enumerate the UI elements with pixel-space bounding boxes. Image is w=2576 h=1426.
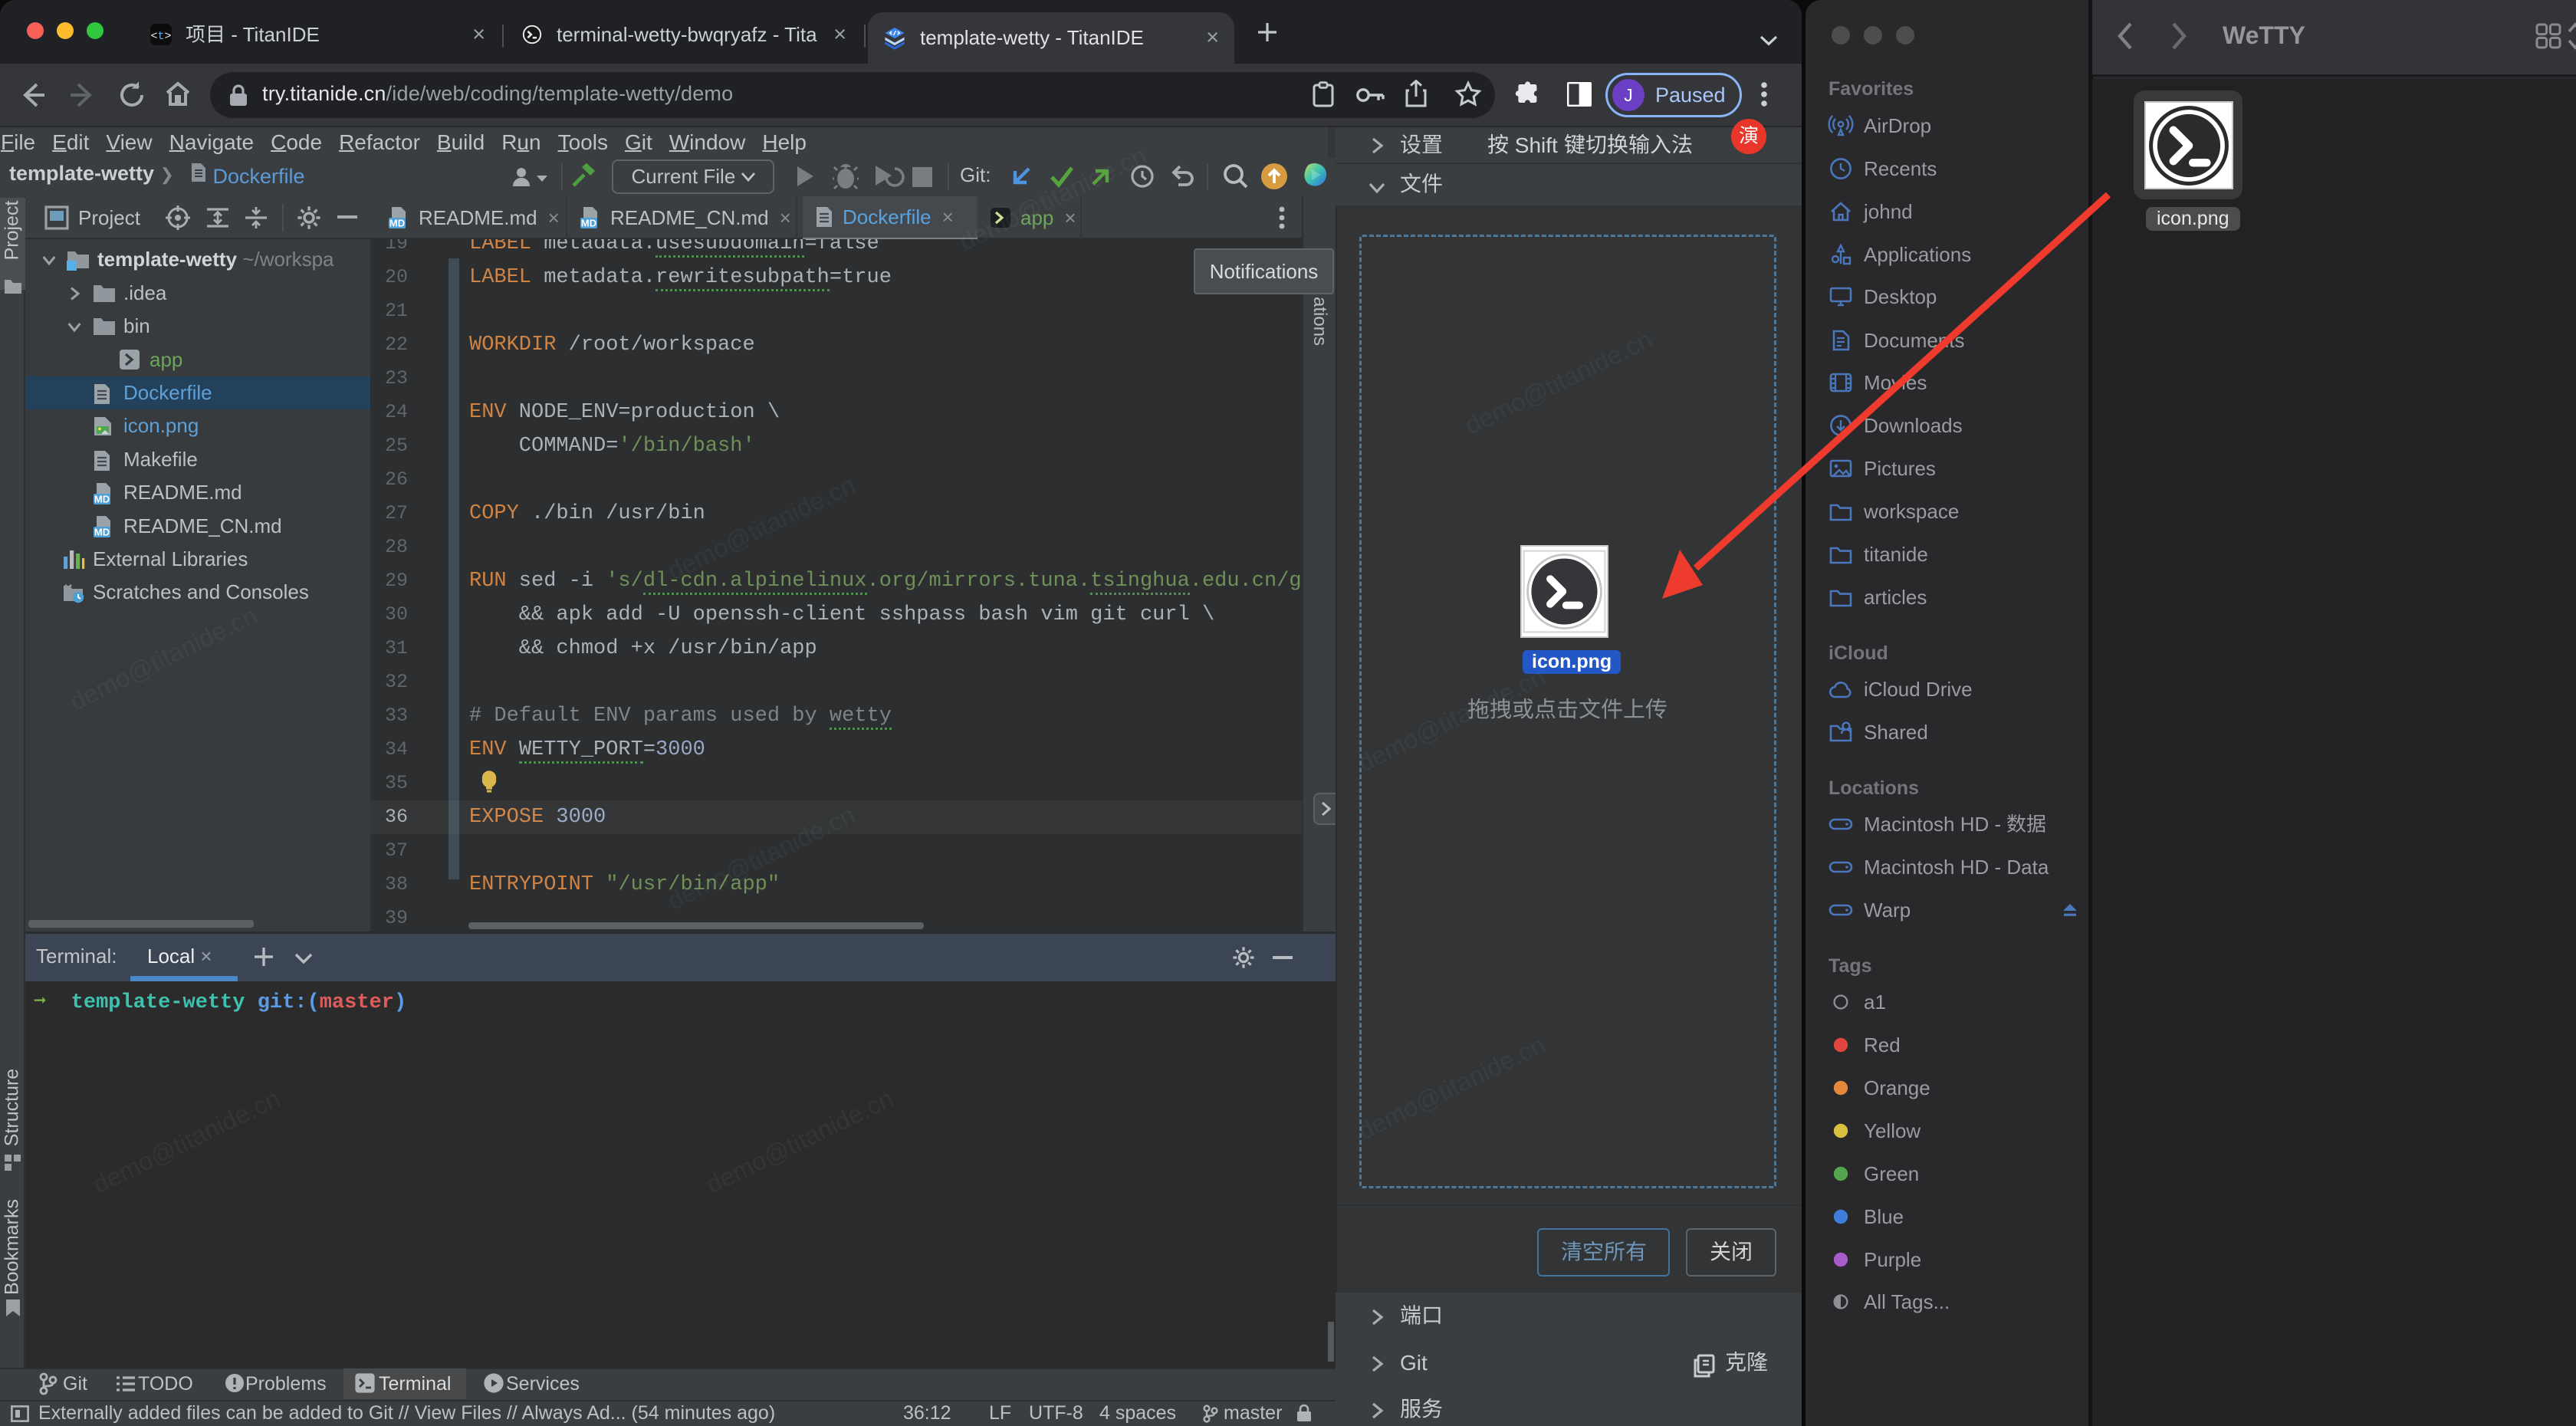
- svg-text:MD: MD: [581, 217, 596, 228]
- svg-text:MD: MD: [389, 217, 405, 228]
- svg-text:<t>: <t>: [150, 30, 171, 43]
- svg-text:MD: MD: [94, 493, 110, 504]
- svg-text:MD: MD: [94, 527, 110, 538]
